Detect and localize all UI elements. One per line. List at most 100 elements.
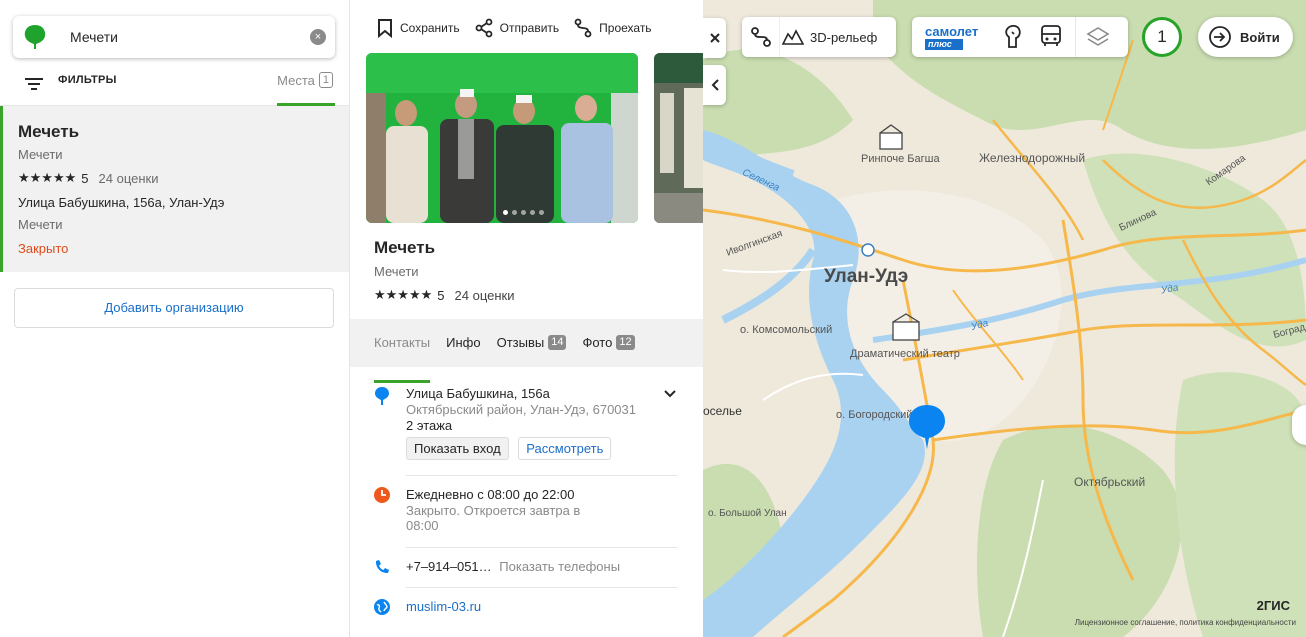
places-tab[interactable]: Места 1 xyxy=(277,72,333,88)
divider xyxy=(406,475,678,476)
interior-photo xyxy=(654,53,703,223)
close-panel-button[interactable] xyxy=(703,18,726,58)
filters-button[interactable]: ФИЛЬТРЫ xyxy=(58,74,117,86)
samolet-plus-logo[interactable]: самолет плюс xyxy=(925,25,987,50)
hand-icon[interactable] xyxy=(1001,23,1025,52)
chevron-down-icon[interactable] xyxy=(662,386,678,405)
result-card[interactable]: Мечеть Мечети ★★★★★ 5 24 оценки Улица Ба… xyxy=(0,106,349,272)
divider xyxy=(406,587,678,588)
search-box[interactable]: Мечети × xyxy=(13,16,335,58)
bookmark-icon xyxy=(378,19,392,38)
services-bar: самолет плюс xyxy=(912,17,1128,57)
route-layer-button[interactable] xyxy=(742,17,780,57)
place-rating[interactable]: ★★★★★ 5 24 оценки xyxy=(374,287,514,303)
save-label: Сохранить xyxy=(400,21,460,35)
tab-reviews[interactable]: Отзывы 14 xyxy=(497,319,567,367)
rating-value: 5 xyxy=(437,287,445,303)
gallery-dots xyxy=(503,210,548,215)
address-line[interactable]: Улица Бабушкина, 156а xyxy=(406,386,678,401)
route-button[interactable]: Проехать xyxy=(573,18,652,38)
tab-info[interactable]: Инфо xyxy=(446,319,480,367)
relief-3d-icon xyxy=(782,29,804,45)
divider xyxy=(406,547,678,548)
relief-label: 3D-рельеф xyxy=(810,29,878,45)
hours-row: Ежедневно с 08:00 до 22:00 Закрыто. Откр… xyxy=(374,487,678,537)
gallery-dot[interactable] xyxy=(539,210,544,215)
place-marker-icon[interactable] xyxy=(908,404,946,453)
reviews-count-badge: 14 xyxy=(548,335,567,350)
search-input[interactable]: Мечети xyxy=(70,29,310,45)
places-label: Места xyxy=(277,72,315,88)
website-link[interactable]: muslim-03.ru xyxy=(406,599,481,614)
collapse-panel-button[interactable] xyxy=(703,65,726,105)
view-button[interactable]: Рассмотреть xyxy=(518,437,612,460)
login-icon xyxy=(1209,26,1231,48)
gallery-dot[interactable] xyxy=(512,210,517,215)
map-label: о. Богородский xyxy=(836,409,913,421)
hours-status: Закрыто. Откроется завтра в 08:00 xyxy=(406,503,581,533)
tab-photos[interactable]: Фото 12 xyxy=(582,319,635,367)
result-status: Закрыто xyxy=(18,241,69,256)
globe-icon xyxy=(374,599,390,618)
result-title: Мечеть xyxy=(18,122,80,141)
photo-gallery-next[interactable] xyxy=(654,53,703,223)
map-label: о. Комсомольский xyxy=(740,324,833,336)
clear-search-icon[interactable]: × xyxy=(310,29,326,45)
legal-links[interactable]: Лицензионное соглашение, политика конфид… xyxy=(1075,618,1296,627)
share-button[interactable]: Отправить xyxy=(474,18,559,38)
map-label: о. Большой Улан xyxy=(708,508,787,519)
website-row: muslim-03.ru xyxy=(374,599,678,619)
rating-stars: ★★★★★ xyxy=(374,287,433,302)
rating-value: 5 xyxy=(81,170,89,186)
layers-count-badge[interactable]: 1 xyxy=(1142,17,1182,57)
tab-label: Фото xyxy=(582,335,613,350)
gallery-dot[interactable] xyxy=(521,210,526,215)
filter-icon[interactable] xyxy=(24,75,44,94)
map-canvas xyxy=(703,0,1306,637)
filters-bar: ФИЛЬТРЫ Места 1 xyxy=(0,66,349,106)
bus-icon[interactable] xyxy=(1039,24,1063,51)
show-phones-link[interactable]: Показать телефоны xyxy=(499,559,620,574)
route-label: Проехать xyxy=(599,21,652,35)
result-category: Мечети xyxy=(18,217,63,232)
map-label: Октябрьский xyxy=(1074,475,1146,489)
login-button[interactable]: Войти xyxy=(1198,17,1293,57)
search-results-panel: Мечети × ФИЛЬТРЫ Места 1 Мечеть Мечети ★… xyxy=(0,0,350,637)
map-label: Драматический театр xyxy=(850,348,960,360)
photo-gallery-main[interactable] xyxy=(366,53,638,223)
map-view[interactable]: Ринпоче Багша Железнодорожный Улан-Удэ И… xyxy=(703,0,1306,637)
add-organization-button[interactable]: Добавить организацию xyxy=(14,288,334,328)
places-count: 1 xyxy=(318,72,333,88)
phone-icon xyxy=(374,559,390,578)
gallery-dot[interactable] xyxy=(503,210,508,215)
tab-label: Отзывы xyxy=(496,335,545,350)
map-label: оселье xyxy=(703,404,742,418)
rating-stars: ★★★★★ xyxy=(18,170,77,185)
address-district: Октябрьский район, Улан-Удэ, 670031 xyxy=(406,402,636,417)
show-entrance-button[interactable]: Показать вход xyxy=(406,437,509,460)
tab-contacts[interactable]: Контакты xyxy=(374,319,431,383)
result-address: Улица Бабушкина, 156а, Улан-Удэ xyxy=(18,195,225,210)
zoom-control[interactable] xyxy=(1292,405,1306,445)
gallery-dot[interactable] xyxy=(530,210,535,215)
2gis-logo-icon[interactable] xyxy=(22,24,48,50)
mosque-photo xyxy=(366,53,638,223)
photos-count-badge: 12 xyxy=(616,335,635,350)
phone-row: +7‒914‒051… Показать телефоны xyxy=(374,559,678,579)
save-button[interactable]: Сохранить xyxy=(376,18,460,38)
route-icon xyxy=(750,27,771,47)
plus-label: плюс xyxy=(925,38,963,50)
share-icon xyxy=(475,18,493,38)
place-category: Мечети xyxy=(374,264,419,279)
login-label: Войти xyxy=(1240,29,1280,45)
map-label: Ринпоче Багша xyxy=(861,153,940,165)
place-title: Мечеть xyxy=(374,238,436,257)
layers-icon[interactable] xyxy=(1075,17,1110,57)
detail-tabs: Контакты Инфо Отзывы 14 Фото 12 xyxy=(350,319,703,383)
phone-number[interactable]: +7‒914‒051… xyxy=(406,559,492,574)
tab-label: Контакты xyxy=(374,335,431,350)
route-icon xyxy=(574,18,592,38)
result-rating: ★★★★★ 5 24 оценки xyxy=(18,170,158,186)
address-row: Улица Бабушкина, 156а Октябрьский район,… xyxy=(374,386,678,466)
2gis-brand: 2ГИС xyxy=(1256,598,1290,613)
